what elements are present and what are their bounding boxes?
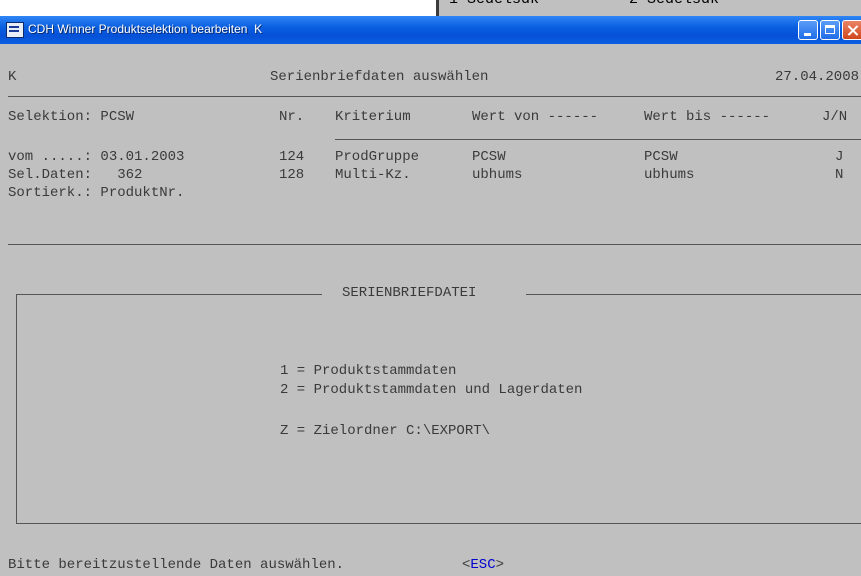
dialog-border-top-left — [16, 294, 322, 295]
table-row-nr: 124 — [279, 149, 305, 165]
esc-key[interactable]: ESC — [470, 557, 495, 573]
selection-vom: vom .....: 03.01.2003 — [8, 149, 185, 165]
option-1[interactable]: 1 = Produktstammdaten — [280, 362, 456, 380]
window-title: CDH Winner Produktselektion bearbeiten K — [28, 22, 263, 36]
divider — [8, 96, 861, 97]
table-header-divider — [335, 139, 861, 140]
table-row-wert-von: ubhums — [472, 167, 523, 183]
esc-hint[interactable]: <ESC> — [462, 556, 504, 574]
header-left: K — [8, 69, 17, 85]
header-date: 27.04.2008 — [775, 69, 860, 85]
table-row-kriterium: ProdGruppe — [335, 149, 420, 165]
option-target-folder[interactable]: Z = Zielordner C:\EXPORT\ — [280, 422, 490, 440]
background-window-text: 1 Sedelsdk 2 Sedelsdk — [449, 0, 719, 8]
selection-sel-daten: Sel.Daten: 362 — [8, 167, 143, 183]
col-header-jn: J/N — [822, 109, 848, 125]
table-row-nr: 128 — [279, 167, 305, 183]
col-header-kriterium: Kriterium — [335, 109, 411, 125]
main-window: CDH Winner Produktselektion bearbeiten K… — [0, 16, 861, 576]
esc-bracket-close: > — [495, 557, 505, 573]
col-header-wert-bis: Wert bis ------ — [644, 109, 771, 125]
table-row-kriterium: Multi-Kz. — [335, 167, 411, 183]
table-row-wert-von: PCSW — [472, 149, 506, 165]
dialog-border-left — [16, 294, 17, 524]
selection-label: Selektion: PCSW — [8, 109, 135, 125]
section-divider — [8, 244, 861, 245]
table-row-jn: J — [835, 149, 844, 165]
close-button[interactable] — [842, 20, 861, 40]
dialog-title: SERIENBRIEFDATEI — [342, 285, 477, 301]
maximize-button[interactable] — [820, 20, 840, 40]
table-row-wert-bis: ubhums — [644, 167, 695, 183]
title-bar[interactable]: CDH Winner Produktselektion bearbeiten K — [0, 16, 861, 44]
selection-sortierk: Sortierk.: ProduktNr. — [8, 185, 185, 201]
console-area: K Serienbriefdaten auswählen 27.04.2008 … — [0, 44, 861, 576]
table-row-jn: N — [835, 167, 844, 183]
option-2[interactable]: 2 = Produktstammdaten und Lagerdaten — [280, 381, 582, 399]
col-header-wert-von: Wert von ------ — [472, 109, 599, 125]
minimize-button[interactable] — [798, 20, 818, 40]
app-icon[interactable] — [6, 22, 24, 38]
background-window: 1 Sedelsdk 2 Sedelsdk — [436, 0, 861, 17]
status-prompt: Bitte bereitzustellende Daten auswählen. — [8, 557, 345, 573]
screen-title: Serienbriefdaten auswählen — [270, 69, 489, 85]
dialog-border-top-right — [526, 294, 861, 295]
col-header-nr: Nr. — [279, 109, 305, 125]
table-row-wert-bis: PCSW — [644, 149, 678, 165]
dialog-border-bottom — [16, 523, 861, 524]
